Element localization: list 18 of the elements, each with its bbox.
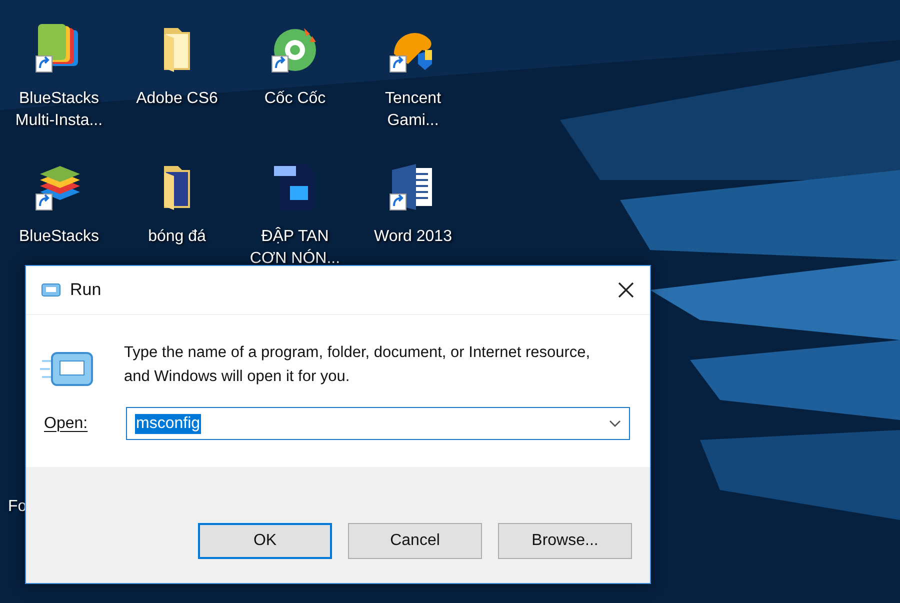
cancel-button[interactable]: Cancel xyxy=(348,523,482,559)
browse-button[interactable]: Browse... xyxy=(498,523,632,559)
open-combobox[interactable]: msconfig xyxy=(126,407,630,440)
icon-label: ĐẬP TAN CƠN NÓN... xyxy=(248,226,342,269)
open-label: Open: xyxy=(44,414,89,432)
close-icon[interactable] xyxy=(618,282,634,298)
instruction-text: Type the name of a program, folder, document, or Internet resource, and Windows will open it for you. xyxy=(124,343,592,387)
window-title: Run xyxy=(70,280,102,300)
icon-label: BlueStacks Multi-Insta... xyxy=(14,89,104,131)
icon-label: bóng đá xyxy=(147,227,207,247)
icon-label: Adobe CS6 xyxy=(135,89,219,109)
icon-label: Tencent Gami... xyxy=(384,89,442,131)
icon-label: Word 2013 xyxy=(373,227,453,247)
icon-label: Cốc Cốc xyxy=(263,89,327,109)
icon-label: BlueStacks xyxy=(18,227,100,247)
run-icon xyxy=(40,349,96,389)
ok-button[interactable]: OK xyxy=(198,523,332,559)
dropdown-chevron-icon[interactable] xyxy=(609,420,621,428)
